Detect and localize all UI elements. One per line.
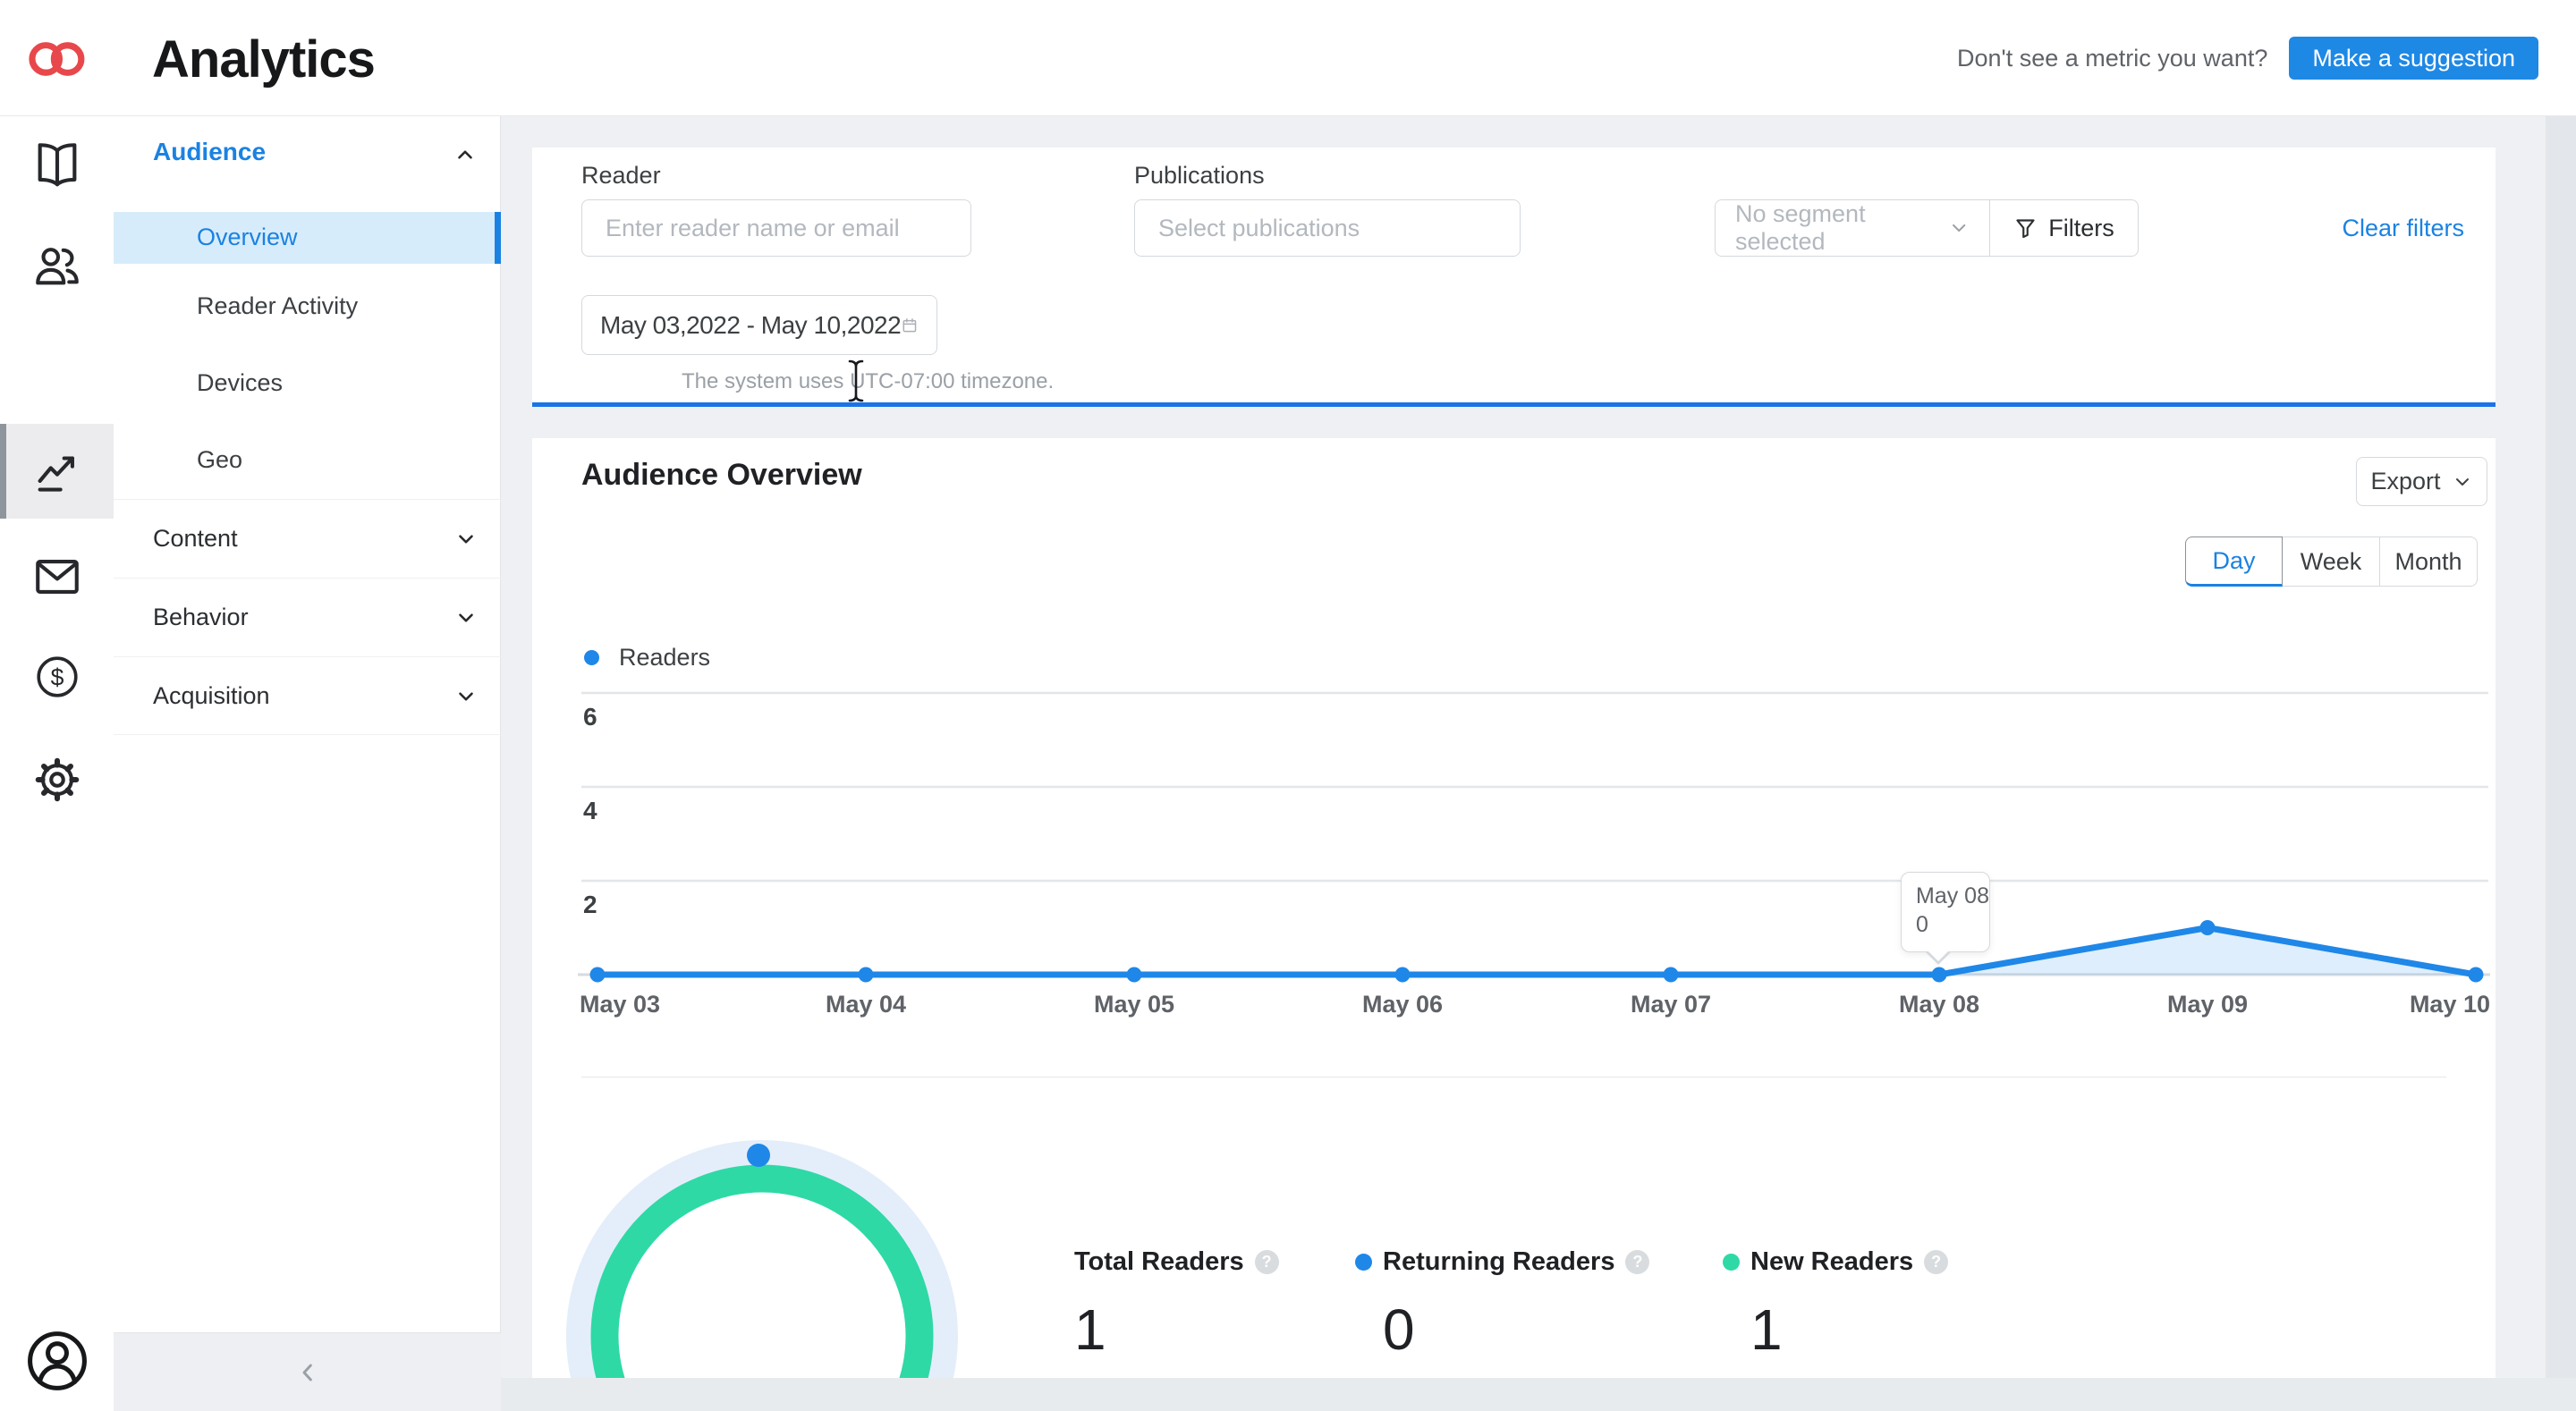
page-bottom-strip: [501, 1378, 2576, 1411]
svg-text:May 07: May 07: [1631, 991, 1711, 1018]
readers-donut-chart: [555, 1131, 975, 1378]
svg-text:May 08: May 08: [1899, 991, 1979, 1018]
analytics-app: Analytics Don't see a metric you want? M…: [0, 0, 2576, 1411]
tooltip-date: May 08: [1916, 882, 1989, 910]
help-icon[interactable]: ?: [1255, 1250, 1279, 1274]
granularity-toggle: Day Week Month: [2185, 537, 2478, 587]
main-content: Reader Publications No segment selected …: [501, 116, 2576, 1411]
active-item-indicator: [495, 212, 501, 264]
chevron-down-icon[interactable]: [454, 606, 478, 629]
svg-text:May 03: May 03: [580, 991, 660, 1018]
stat-value: 1: [1750, 1297, 1948, 1363]
tooltip-value: 0: [1916, 910, 1989, 939]
chart-legend: Readers: [584, 644, 710, 672]
mail-icon[interactable]: [0, 550, 114, 604]
topbar: Analytics Don't see a metric you want? M…: [0, 0, 2576, 116]
chevron-down-icon: [1948, 216, 1970, 240]
svg-text:May 06: May 06: [1362, 991, 1443, 1018]
sidebar-footer: [114, 1332, 501, 1411]
stat-new-readers: New Readers ? 1: [1723, 1247, 1948, 1363]
text-cursor: [847, 359, 865, 403]
readers-line-chart[interactable]: 246May 03May 04May 05May 06May 07May 08M…: [572, 680, 2496, 1028]
tab-month[interactable]: Month: [2380, 537, 2478, 587]
reader-label: Reader: [581, 162, 661, 190]
icon-rail: $: [0, 116, 114, 1411]
donut-returning-readers-dot: [747, 1144, 770, 1167]
segment-select[interactable]: No segment selected: [1715, 199, 1990, 257]
book-icon[interactable]: [0, 138, 114, 191]
export-button[interactable]: Export: [2356, 457, 2487, 506]
chart-tooltip: May 08 0: [1901, 872, 1990, 952]
legend-label-readers: Readers: [619, 644, 710, 672]
sidebar-item-label: Overview: [197, 224, 298, 251]
new-readers-dot: [1723, 1254, 1740, 1271]
stat-value: 1: [1074, 1297, 1279, 1363]
donut-new-readers-ring: [605, 1179, 919, 1378]
sidebar-item-geo[interactable]: Geo: [197, 446, 242, 474]
clear-filters-link[interactable]: Clear filters: [2342, 215, 2464, 242]
stat-returning-readers: Returning Readers ? 0: [1355, 1247, 1649, 1363]
sidebar-item-devices[interactable]: Devices: [197, 369, 283, 397]
help-icon[interactable]: ?: [1924, 1250, 1948, 1274]
publications-input[interactable]: [1134, 199, 1521, 257]
chevron-down-icon[interactable]: [454, 685, 478, 708]
sidebar-item-reader-activity[interactable]: Reader Activity: [197, 292, 358, 320]
sidebar-section-content[interactable]: Content: [114, 499, 501, 578]
filters-panel: Reader Publications No segment selected …: [532, 148, 2496, 407]
audience-overview-panel: Audience Overview Export Day Week Month …: [532, 438, 2496, 1378]
users-icon[interactable]: [0, 239, 114, 292]
chevron-down-icon: [2452, 471, 2473, 493]
sidebar-section-acquisition[interactable]: Acquisition: [114, 656, 501, 735]
analytics-chart-icon[interactable]: [0, 444, 114, 498]
svg-text:May 04: May 04: [826, 991, 906, 1018]
timezone-note: The system uses UTC-07:00 timezone.: [682, 369, 1054, 394]
calendar-icon: [901, 312, 919, 339]
section-heading: Audience Overview: [581, 458, 862, 493]
sidebar-section-behavior[interactable]: Behavior: [114, 578, 501, 656]
scrollbar[interactable]: [2546, 116, 2576, 1411]
filters-button[interactable]: Filters: [1990, 199, 2139, 257]
reader-input[interactable]: [581, 199, 971, 257]
svg-text:4: 4: [583, 797, 597, 824]
date-range-value: May 03,2022 - May 10,2022: [600, 311, 901, 340]
svg-text:$: $: [50, 664, 64, 691]
make-suggestion-button[interactable]: Make a suggestion: [2289, 37, 2538, 80]
legend-dot-readers: [584, 650, 599, 665]
dollar-icon[interactable]: $: [0, 650, 114, 704]
rail-active-item-analytics[interactable]: [0, 424, 114, 519]
chevron-up-icon[interactable]: [453, 143, 477, 166]
sidebar-item-overview[interactable]: Overview: [114, 212, 501, 264]
suggestion-hint: Don't see a metric you want?: [1957, 45, 2267, 72]
help-icon[interactable]: ?: [1625, 1250, 1649, 1274]
svg-text:2: 2: [583, 891, 597, 918]
page-title: Analytics: [152, 30, 375, 89]
tab-week[interactable]: Week: [2283, 537, 2380, 587]
avatar[interactable]: [0, 1325, 114, 1397]
tab-day[interactable]: Day: [2185, 537, 2283, 587]
chevron-down-icon[interactable]: [454, 528, 478, 551]
stat-total-readers: Total Readers ? 1: [1074, 1247, 1279, 1363]
gear-icon[interactable]: [0, 753, 114, 807]
returning-readers-dot: [1355, 1254, 1372, 1271]
svg-text:May 10: May 10: [2410, 991, 2490, 1018]
sidebar-section-audience[interactable]: Audience: [153, 138, 266, 166]
date-range-field[interactable]: May 03,2022 - May 10,2022: [581, 295, 937, 355]
funnel-icon: [2013, 216, 2038, 241]
stat-value: 0: [1383, 1297, 1649, 1363]
sidebar: Audience Overview Reader Activity Device…: [114, 116, 501, 1332]
segment-select-value: No segment selected: [1735, 200, 1948, 256]
brand-logo-icon[interactable]: [27, 36, 89, 82]
collapse-sidebar-icon[interactable]: [293, 1358, 322, 1387]
svg-text:6: 6: [583, 703, 597, 731]
svg-text:May 05: May 05: [1094, 991, 1174, 1018]
svg-text:May 09: May 09: [2167, 991, 2248, 1018]
publications-label: Publications: [1134, 162, 1265, 190]
